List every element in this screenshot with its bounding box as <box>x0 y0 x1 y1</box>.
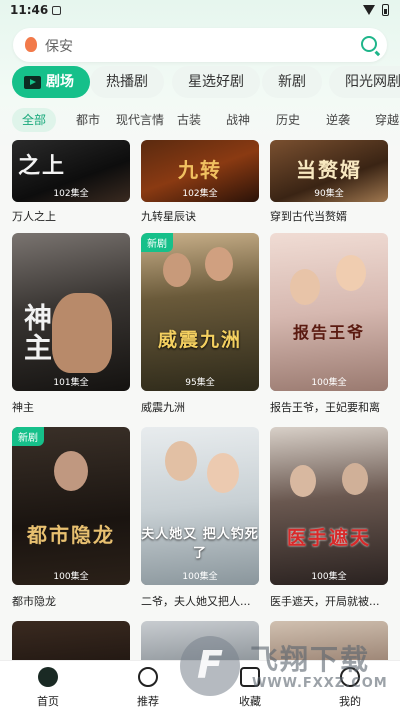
episode-count: 100集全 <box>12 567 130 585</box>
drama-title: 万人之上 <box>12 210 56 223</box>
drama-title: 威震九洲 <box>141 401 185 414</box>
watermark-text: 飞翔下载 <box>250 643 371 676</box>
episode-count: 100集全 <box>270 373 388 391</box>
tab-hot[interactable]: 热播剧 <box>90 66 164 98</box>
drama-poster: 威震九洲 95集全 新剧 <box>141 233 259 391</box>
notification-icon <box>52 6 61 15</box>
wifi-icon <box>363 5 375 15</box>
poster-figure <box>54 451 88 491</box>
category-costume[interactable]: 古装 <box>177 108 201 132</box>
home-icon <box>38 667 58 687</box>
drama-poster: 报告王爷 100集全 <box>270 233 388 391</box>
drama-title: 都市隐龙 <box>12 595 56 608</box>
episode-count: 102集全 <box>141 184 259 202</box>
poster-title: 都市隐龙 <box>27 523 115 547</box>
status-time: 11:46 <box>10 3 49 17</box>
search-bar[interactable]: 保安 <box>13 28 387 62</box>
poster-figure <box>290 465 316 497</box>
nav-home[interactable]: 首页 <box>8 661 88 712</box>
episode-count: 90集全 <box>270 184 388 202</box>
watermark: 飞翔下载 WWW.FXXZ.COM <box>180 636 390 696</box>
category-urban[interactable]: 都市 <box>76 108 100 132</box>
poster-title: 医手遮天 <box>286 527 371 549</box>
poster-figure <box>165 441 197 481</box>
category-comeback[interactable]: 逆袭 <box>326 108 350 132</box>
watermark-url: WWW.FXXZ.COM <box>252 676 388 691</box>
search-placeholder: 保安 <box>45 39 73 55</box>
nav-label: 首页 <box>37 695 59 708</box>
poster-title: 威震九洲 <box>157 329 242 351</box>
recommend-icon <box>138 667 158 687</box>
poster-figure <box>52 293 112 373</box>
drama-title: 九转星辰诀 <box>141 210 196 223</box>
poster-figure <box>290 269 320 305</box>
tab-sunshine[interactable]: 阳光网剧 <box>329 66 400 98</box>
episode-count: 100集全 <box>141 567 259 585</box>
tab-star-picks[interactable]: 星选好剧 <box>172 66 260 98</box>
drama-poster: 九转 102集全 <box>141 140 259 202</box>
hot-flame-icon <box>25 37 37 52</box>
category-history[interactable]: 历史 <box>276 108 300 132</box>
nav-recommend[interactable]: 推荐 <box>108 661 188 712</box>
episode-count: 101集全 <box>12 373 130 391</box>
drama-title: 医手遮天，开局就被... <box>270 595 380 608</box>
poster-figure <box>336 255 366 291</box>
poster-title: 当赘婿 <box>296 158 362 182</box>
category-tabs: 全部 都市 现代言情 古装 战神 历史 逆袭 穿越 <box>12 108 400 134</box>
category-war-god[interactable]: 战神 <box>226 108 250 132</box>
poster-title: 神主 <box>20 303 53 363</box>
tab-new[interactable]: 新剧 <box>262 66 322 98</box>
drama-grid: 之上 102集全 万人之上 九转 102集全 九转星辰诀 当赘婿 90集全 穿到… <box>0 140 400 660</box>
tv-icon <box>24 76 41 89</box>
episode-count: 95集全 <box>141 373 259 391</box>
drama-title: 神主 <box>12 401 34 414</box>
poster-figure <box>207 453 239 493</box>
poster-title: 夫人她又 把人钓死了 <box>141 527 259 561</box>
category-all[interactable]: 全部 <box>12 108 57 132</box>
main-tabs: 剧场 热播剧 星选好剧 新剧 阳光网剧 <box>12 66 400 100</box>
poster-title: 报告王爷 <box>292 323 365 342</box>
episode-count: 100集全 <box>270 567 388 585</box>
drama-poster <box>12 621 130 660</box>
drama-poster: 当赘婿 90集全 <box>270 140 388 202</box>
drama-title: 穿到古代当赘婿 <box>270 210 347 223</box>
status-bar: 11:46 <box>0 0 400 22</box>
nav-label: 推荐 <box>137 695 159 708</box>
tab-label: 剧场 <box>46 74 74 90</box>
poster-figure <box>205 247 233 281</box>
category-romance[interactable]: 现代言情 <box>116 108 164 132</box>
drama-title: 报告王爷，王妃要和离 <box>270 401 380 414</box>
poster-figure <box>342 463 368 495</box>
battery-icon <box>382 4 389 16</box>
drama-poster: 之上 102集全 <box>12 140 130 202</box>
episode-count: 102集全 <box>12 184 130 202</box>
tab-theater[interactable]: 剧场 <box>12 66 90 98</box>
drama-poster: 夫人她又 把人钓死了 100集全 <box>141 427 259 585</box>
poster-title: 之上 <box>18 154 67 179</box>
drama-poster: 都市隐龙 100集全 新剧 <box>12 427 130 585</box>
category-time-travel[interactable]: 穿越 <box>375 108 399 132</box>
drama-title: 二爷，夫人她又把人... <box>141 595 251 608</box>
new-badge: 新剧 <box>12 427 44 446</box>
drama-poster: 神主 101集全 <box>12 233 130 391</box>
poster-title: 九转 <box>178 158 222 182</box>
new-badge: 新剧 <box>141 233 173 252</box>
poster-figure <box>163 253 191 287</box>
watermark-logo-icon <box>180 636 240 696</box>
search-icon[interactable] <box>361 36 377 52</box>
drama-poster: 医手遮天 100集全 <box>270 427 388 585</box>
